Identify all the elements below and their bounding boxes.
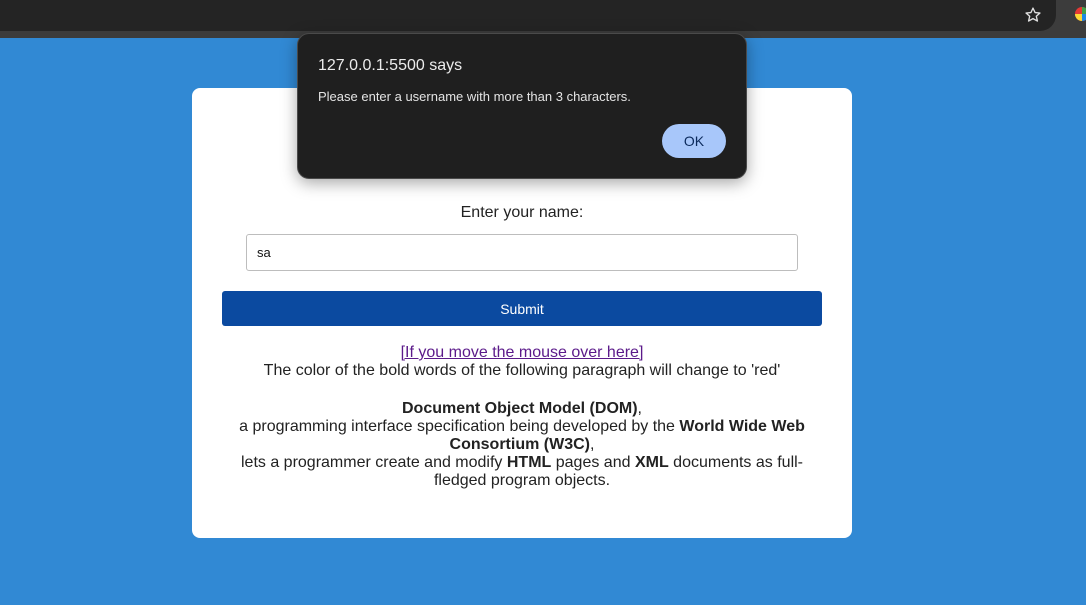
bold-term-dom: Document Object Model (DOM) bbox=[401, 400, 638, 417]
name-label: Enter your name: bbox=[460, 204, 584, 221]
intro-text: The color of the bold words of the follo… bbox=[263, 362, 781, 379]
bold-term-xml: XML bbox=[634, 454, 669, 471]
alert-message: Please enter a username with more than 3… bbox=[318, 89, 631, 104]
info-content: [If you move the mouse over here] The co… bbox=[232, 344, 812, 490]
description-text: pages and bbox=[551, 454, 635, 471]
description-text: a programming interface specification be… bbox=[239, 418, 680, 435]
hover-link[interactable]: [If you move the mouse over here] bbox=[401, 344, 644, 361]
alert-title: 127.0.0.1:5500 says bbox=[318, 57, 463, 74]
ok-button[interactable]: OK bbox=[662, 124, 726, 158]
submit-button[interactable]: Submit bbox=[222, 291, 822, 326]
alert-dialog: 127.0.0.1:5500 says Please enter a usern… bbox=[297, 33, 747, 179]
programmer-line: lets a programmer create and modify HTML… bbox=[232, 454, 812, 490]
color-wheel-icon[interactable] bbox=[1073, 5, 1086, 23]
address-bar-area bbox=[0, 0, 1056, 31]
w3c-line: a programming interface specification be… bbox=[232, 418, 812, 454]
star-icon[interactable] bbox=[1020, 2, 1046, 28]
dom-line: Document Object Model (DOM), bbox=[232, 400, 812, 418]
name-input[interactable] bbox=[246, 234, 798, 271]
comma-text: , bbox=[637, 400, 642, 417]
description-text: lets a programmer create and modify bbox=[240, 454, 507, 471]
bold-term-html: HTML bbox=[506, 454, 552, 471]
comma-text: , bbox=[589, 436, 595, 453]
